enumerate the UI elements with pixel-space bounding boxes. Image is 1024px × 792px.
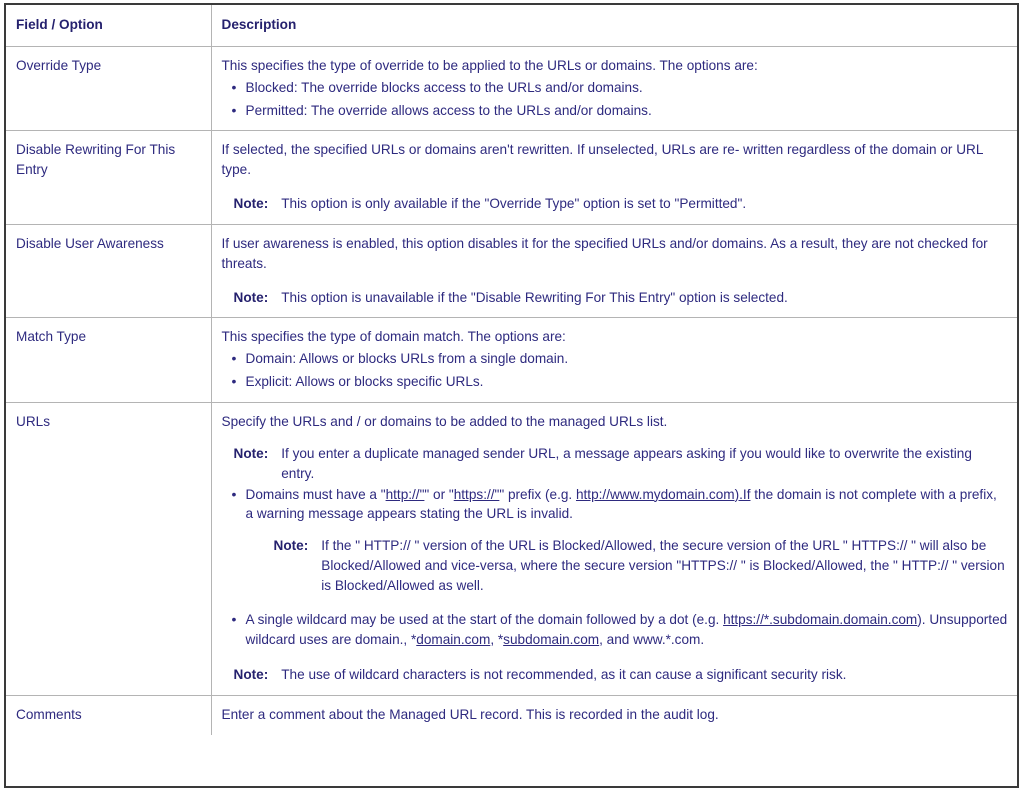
wildcard-text-prefix: A single wildcard may be used at the sta… bbox=[245, 611, 724, 627]
table-header-row: Field / Option Description bbox=[6, 5, 1017, 47]
note-text: The use of wildcard characters is not re… bbox=[281, 667, 847, 683]
description-paragraph: This specifies the type of domain match.… bbox=[221, 329, 566, 345]
list-item: Explicit: Allows or blocks specific URLs… bbox=[232, 371, 1009, 392]
field-option-description-table: Field / Option Description Override Type… bbox=[6, 5, 1017, 736]
column-header-description: Description bbox=[210, 5, 1017, 47]
column-header-field-option: Field / Option bbox=[6, 5, 212, 47]
example-domain-link[interactable]: http://www.mydomain.com).If bbox=[576, 487, 751, 502]
bullet-text-prefix: Domains must have a " bbox=[245, 486, 386, 502]
list-item: Domain: Allows or blocks URLs from a sin… bbox=[232, 348, 1009, 369]
list-item: Permitted: The override allows access to… bbox=[232, 100, 1009, 121]
description-cell: This specifies the type of override to b… bbox=[210, 45, 1017, 132]
field-name-cell: Override Type bbox=[6, 45, 212, 132]
note-text: If you enter a duplicate managed sender … bbox=[281, 445, 972, 481]
table-body: Override Type This specifies the type of… bbox=[6, 45, 1017, 736]
table-row: Override Type This specifies the type of… bbox=[6, 45, 1017, 132]
note-block: Note: This option is only available if t… bbox=[222, 194, 1009, 214]
table-header: Field / Option Description bbox=[6, 5, 1017, 47]
description-paragraph: If selected, the specified URLs or domai… bbox=[221, 142, 983, 178]
description-paragraph: If user awareness is enabled, this optio… bbox=[221, 235, 988, 271]
description-paragraph: This specifies the type of override to b… bbox=[221, 57, 758, 73]
description-paragraph: Specify the URLs and / or domains to be … bbox=[221, 413, 668, 429]
bullet-text-or: " or " bbox=[424, 486, 454, 502]
options-list: Blocked: The override blocks access to t… bbox=[222, 77, 1009, 121]
wildcard-text-tail: , and www.*.com. bbox=[599, 631, 705, 647]
note-label: Note: bbox=[233, 196, 269, 212]
table-row: Comments Enter a comment about the Manag… bbox=[6, 695, 1017, 736]
unsupported-domain-link[interactable]: domain.com bbox=[416, 632, 490, 647]
field-name-cell: Match Type bbox=[6, 317, 212, 403]
note-label: Note: bbox=[273, 538, 309, 554]
description-cell: Enter a comment about the Managed URL re… bbox=[210, 695, 1017, 736]
options-list: Domain: Allows or blocks URLs from a sin… bbox=[222, 348, 1009, 392]
https-prefix-link[interactable]: https://" bbox=[454, 487, 500, 502]
description-cell: If selected, the specified URLs or domai… bbox=[210, 130, 1017, 225]
description-cell: If user awareness is enabled, this optio… bbox=[210, 223, 1017, 319]
list-item: Blocked: The override blocks access to t… bbox=[232, 77, 1009, 98]
field-name-cell: Disable User Awareness bbox=[6, 223, 212, 319]
note-text: This option is unavailable if the "Disab… bbox=[281, 289, 788, 305]
note-label: Note: bbox=[233, 667, 269, 683]
note-block: Note: If you enter a duplicate managed s… bbox=[222, 444, 1009, 484]
field-name-cell: URLs bbox=[6, 401, 212, 697]
table-row: Disable User Awareness If user awareness… bbox=[6, 223, 1017, 319]
table-row: Disable Rewriting For This Entry If sele… bbox=[6, 130, 1017, 225]
description-paragraph: Enter a comment about the Managed URL re… bbox=[221, 707, 719, 723]
table-row: Match Type This specifies the type of do… bbox=[6, 317, 1017, 403]
field-name-cell: Comments bbox=[6, 695, 212, 736]
http-prefix-link[interactable]: http://" bbox=[386, 487, 425, 502]
wildcard-example-link[interactable]: https://*.subdomain.domain.com bbox=[723, 612, 917, 627]
note-block: Note: This option is unavailable if the … bbox=[222, 288, 1009, 308]
bullet-text-after-prefix: " prefix (e.g. bbox=[499, 486, 576, 502]
note-block: Note: The use of wildcard characters is … bbox=[222, 665, 1009, 685]
page-container: Field / Option Description Override Type… bbox=[0, 0, 1024, 792]
wildcard-text-mid2: , * bbox=[490, 631, 504, 647]
note-block-nested: Note: If the " HTTP:// " version of the … bbox=[246, 536, 1009, 596]
url-rules-list: Domains must have a "http://"" or "https… bbox=[222, 483, 1009, 650]
description-cell: This specifies the type of domain match.… bbox=[210, 317, 1017, 403]
list-item: A single wildcard may be used at the sta… bbox=[232, 609, 1009, 650]
list-item: Domains must have a "http://"" or "https… bbox=[232, 483, 1009, 596]
documentation-table-wrapper: Field / Option Description Override Type… bbox=[4, 3, 1019, 788]
note-label: Note: bbox=[233, 445, 269, 461]
description-cell: Specify the URLs and / or domains to be … bbox=[210, 401, 1017, 697]
note-text: This option is only available if the "Ov… bbox=[281, 196, 747, 212]
field-name-cell: Disable Rewriting For This Entry bbox=[6, 130, 212, 225]
note-text: If the " HTTP:// " version of the URL is… bbox=[321, 538, 1005, 593]
note-label: Note: bbox=[233, 289, 269, 305]
unsupported-subdomain-link[interactable]: subdomain.com bbox=[503, 632, 599, 647]
table-row: URLs Specify the URLs and / or domains t… bbox=[6, 401, 1017, 697]
